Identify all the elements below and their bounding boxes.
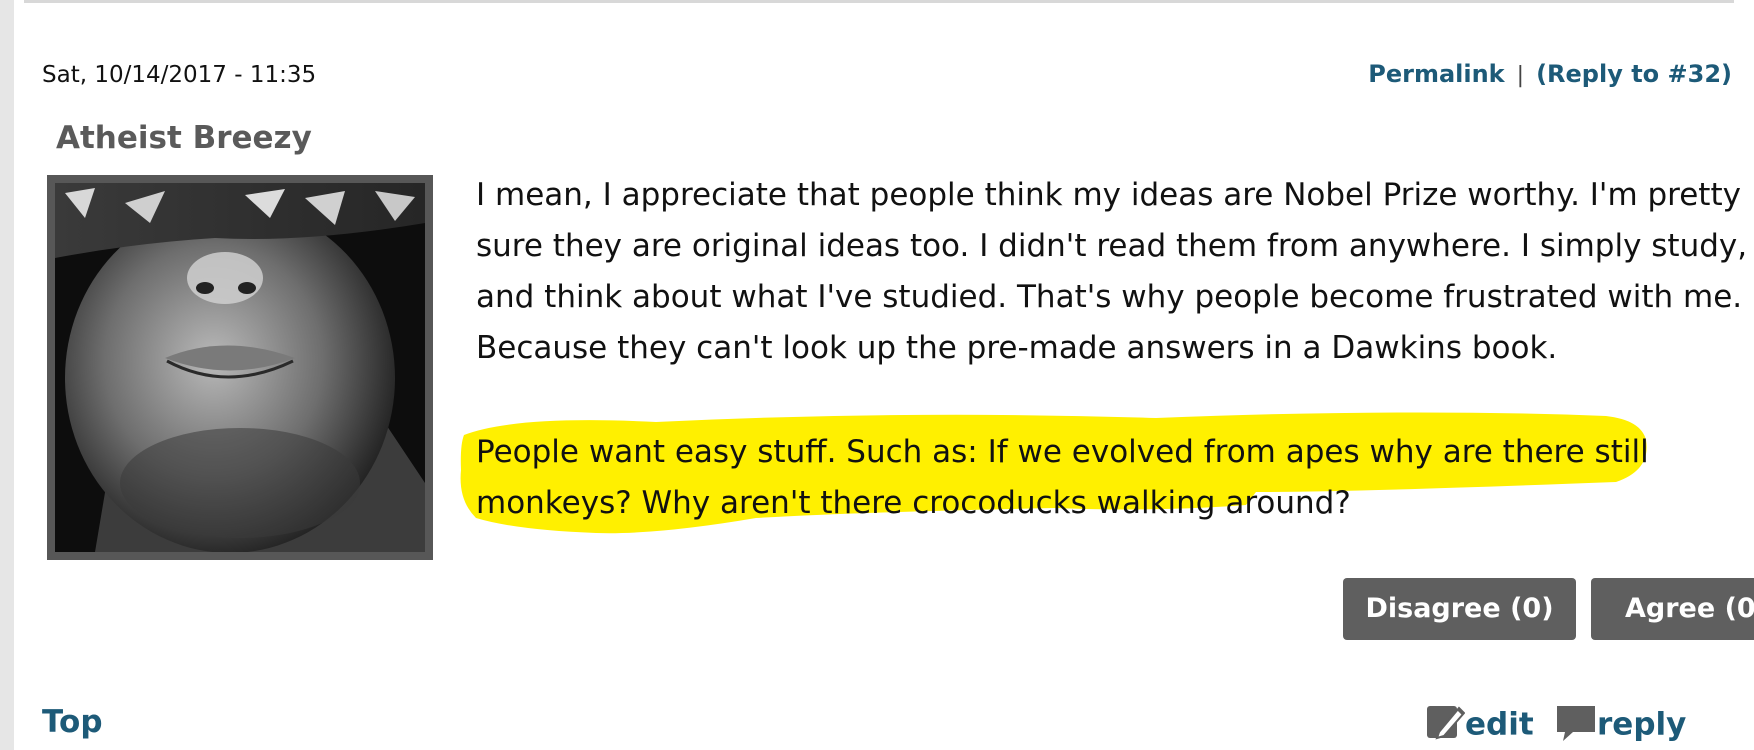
reply-label: reply: [1597, 706, 1687, 743]
pencil-icon: [1425, 702, 1466, 750]
top-link[interactable]: Top: [42, 704, 103, 740]
reply-link[interactable]: reply: [1555, 702, 1686, 750]
avatar-frame: [47, 175, 433, 560]
reply-to-link[interactable]: (Reply to #32): [1536, 60, 1732, 88]
post-links: Permalink | (Reply to #32): [1368, 60, 1732, 88]
post-body: I mean, I appreciate that people think m…: [476, 170, 1754, 374]
agree-button[interactable]: Agree (0): [1591, 578, 1754, 640]
post-body-line: I mean, I appreciate that people think m…: [476, 177, 1741, 213]
links-separator: |: [1516, 63, 1525, 88]
post-body-line: and think about what I've studied. That'…: [476, 279, 1743, 315]
highlighted-paragraph: People want easy stuff. Such as: If we e…: [456, 400, 1656, 545]
edit-label: edit: [1465, 706, 1534, 743]
speech-bubble-icon: [1555, 702, 1597, 750]
highlight-line: monkeys? Why aren't there crocoducks wal…: [476, 485, 1351, 521]
highlight-text: People want easy stuff. Such as: If we e…: [476, 427, 1649, 529]
avatar[interactable]: [55, 183, 425, 552]
page-left-rail: [0, 0, 14, 750]
permalink-link[interactable]: Permalink: [1368, 60, 1504, 88]
top-divider: [24, 0, 1734, 3]
post-body-line: Because they can't look up the pre-made …: [476, 330, 1558, 366]
highlight-line: People want easy stuff. Such as: If we e…: [476, 434, 1649, 470]
agree-button-label: Agree (0): [1625, 593, 1754, 624]
disagree-button[interactable]: Disagree (0): [1343, 578, 1576, 640]
post-body-line: sure they are original ideas too. I didn…: [476, 228, 1748, 264]
post-timestamp: Sat, 10/14/2017 - 11:35: [42, 62, 317, 88]
author-name[interactable]: Atheist Breezy: [56, 120, 312, 156]
edit-link[interactable]: edit: [1425, 702, 1534, 750]
